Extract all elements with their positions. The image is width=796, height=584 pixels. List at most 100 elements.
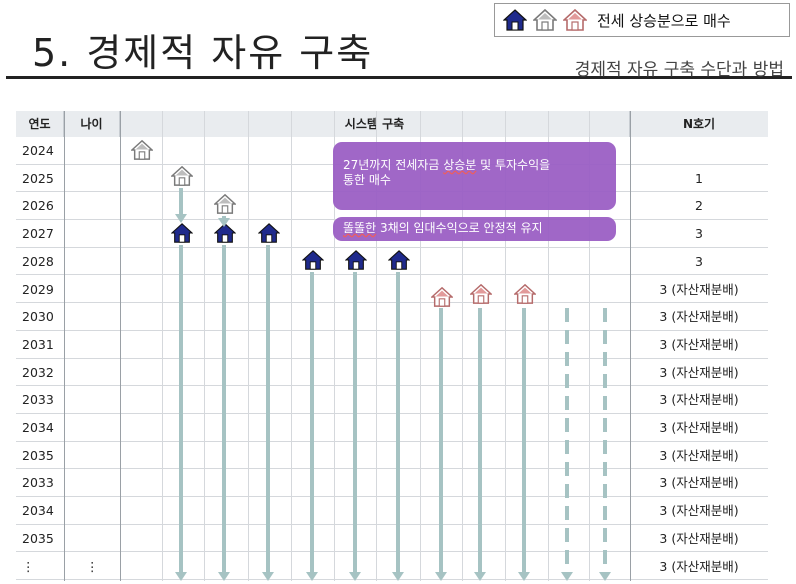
note2-text: 3채의 임대수익으로 안정적 유지 bbox=[376, 221, 543, 235]
page-title: 5. 경제적 자유 구축 bbox=[32, 31, 374, 75]
arrow-head-icon bbox=[262, 572, 274, 581]
note2-underlined: 똘똘한 bbox=[343, 221, 377, 235]
n-unit-cell: 3 (자산재분배) bbox=[659, 281, 739, 297]
house-gray-icon bbox=[170, 165, 194, 187]
year-cell: 2033 bbox=[22, 392, 54, 408]
arrow-head-icon bbox=[306, 572, 318, 581]
n-unit-cell: 3 (자산재분배) bbox=[659, 336, 739, 352]
timeline-arrow bbox=[179, 188, 183, 214]
year-cell: 2024 bbox=[22, 143, 54, 158]
house-pink-icon bbox=[513, 283, 537, 305]
note1-underlined: 상승분 bbox=[443, 158, 477, 172]
arrow-head-icon bbox=[599, 572, 611, 581]
n-unit-cell: 3 bbox=[695, 226, 703, 242]
year-cell: 2033 bbox=[22, 475, 54, 491]
arrow-head-icon bbox=[474, 572, 486, 581]
year-cell: 2029 bbox=[22, 281, 54, 297]
header-n: N호기 bbox=[630, 111, 768, 137]
timeline-arrow bbox=[222, 245, 226, 572]
year-cell: 2027 bbox=[22, 226, 54, 242]
year-cell: 2030 bbox=[22, 309, 54, 325]
arrow-head-icon bbox=[561, 572, 573, 581]
n-unit-cell: 3 (자산재분배) bbox=[659, 364, 739, 380]
timeline-arrow bbox=[603, 308, 607, 572]
legend-text: 전세 상승분으로 매수 bbox=[597, 11, 731, 30]
n-unit-cell: 3 (자산재분배) bbox=[659, 447, 739, 463]
house-pink-icon bbox=[563, 8, 587, 31]
house-dark-icon bbox=[170, 222, 194, 244]
timeline-arrow bbox=[353, 272, 357, 572]
arrow-head-icon bbox=[435, 572, 447, 581]
age-cell: ⋮ bbox=[86, 558, 99, 574]
n-unit-cell: 1 bbox=[695, 170, 703, 186]
note-rental-income: 똘똘한 3채의 임대수익으로 안정적 유지 bbox=[333, 217, 616, 241]
year-cell: 2028 bbox=[22, 253, 54, 269]
timeline-arrow bbox=[310, 272, 314, 572]
house-dark-icon bbox=[301, 249, 325, 271]
arrow-head-icon bbox=[175, 214, 187, 223]
arrow-head-icon bbox=[218, 572, 230, 581]
year-cell: 2032 bbox=[22, 364, 54, 380]
n-unit-cell: 3 (자산재분배) bbox=[659, 309, 739, 325]
header-year: 연도 bbox=[16, 111, 64, 137]
timeline-arrow bbox=[478, 308, 482, 572]
house-pink-icon bbox=[430, 286, 454, 308]
arrow-head-icon bbox=[349, 572, 361, 581]
table-row: 2029 3 (자산재분배) bbox=[16, 276, 768, 304]
arrow-head-icon bbox=[392, 572, 404, 581]
table-row: 2030 3 (자산재분배) bbox=[16, 303, 768, 331]
timeline-arrow bbox=[439, 308, 443, 572]
house-gray-icon bbox=[533, 8, 557, 31]
table-row: 2035 3 (자산재분배) bbox=[16, 442, 768, 470]
timeline-arrow bbox=[396, 272, 400, 572]
house-dark-icon bbox=[257, 222, 281, 244]
house-pink-icon bbox=[469, 283, 493, 305]
house-gray-icon bbox=[213, 193, 237, 215]
table-row: 2032 3 (자산재분배) bbox=[16, 359, 768, 387]
legend-box: 전세 상승분으로 매수 bbox=[494, 3, 790, 37]
table-row: 2035 3 (자산재분배) bbox=[16, 525, 768, 553]
year-cell: 2025 bbox=[22, 170, 54, 186]
year-cell: 2035 bbox=[22, 447, 54, 463]
n-unit-cell: 3 (자산재분배) bbox=[659, 558, 739, 574]
n-unit-cell: 3 (자산재분배) bbox=[659, 475, 739, 491]
header-age: 나이 bbox=[64, 111, 120, 137]
grid-column-line bbox=[64, 111, 65, 581]
note1-text-a: 27년까지 전세자금 bbox=[343, 158, 444, 172]
header-system: 시스템 구축 bbox=[120, 111, 630, 137]
house-dark-icon bbox=[503, 9, 527, 31]
grid-column-line bbox=[204, 111, 205, 581]
n-unit-cell: 3 bbox=[695, 253, 703, 269]
house-dark-icon bbox=[344, 249, 368, 271]
year-cell: 2031 bbox=[22, 336, 54, 352]
grid-column-line bbox=[248, 111, 249, 581]
timeline-arrow bbox=[179, 245, 183, 572]
table-row: 2031 3 (자산재분배) bbox=[16, 331, 768, 359]
house-gray-icon bbox=[130, 139, 154, 161]
n-unit-cell: 2 bbox=[695, 198, 703, 214]
year-cell: 2034 bbox=[22, 503, 54, 519]
n-unit-cell: 3 (자산재분배) bbox=[659, 392, 739, 408]
n-unit-cell: 3 (자산재분배) bbox=[659, 503, 739, 519]
year-cell: 2035 bbox=[22, 530, 54, 546]
table-row: 2034 3 (자산재분배) bbox=[16, 414, 768, 442]
note1-text-line2: 통한 매수 bbox=[343, 173, 391, 187]
table-row: 2033 3 (자산재분배) bbox=[16, 469, 768, 498]
page-subtitle: 경제적 자유 구축 수단과 방법 bbox=[574, 60, 784, 80]
arrow-head-icon bbox=[518, 572, 530, 581]
timeline-arrow bbox=[522, 308, 526, 572]
note1-text-b: 및 투자수익을 bbox=[476, 158, 551, 172]
grid-column-line bbox=[630, 111, 631, 581]
timeline-arrow bbox=[266, 245, 270, 572]
grid-column-line bbox=[120, 111, 121, 581]
n-unit-cell: 3 (자산재분배) bbox=[659, 530, 739, 546]
grid-column-line bbox=[162, 111, 163, 581]
house-dark-icon bbox=[387, 249, 411, 271]
n-unit-cell: 3 (자산재분배) bbox=[659, 420, 739, 435]
timeline-arrow bbox=[565, 308, 569, 572]
grid-column-line bbox=[291, 111, 292, 581]
table-row: 2033 3 (자산재분배) bbox=[16, 386, 768, 414]
table-row: 2034 3 (자산재분배) bbox=[16, 497, 768, 525]
arrow-head-icon bbox=[218, 218, 230, 227]
year-cell: 2026 bbox=[22, 198, 54, 214]
